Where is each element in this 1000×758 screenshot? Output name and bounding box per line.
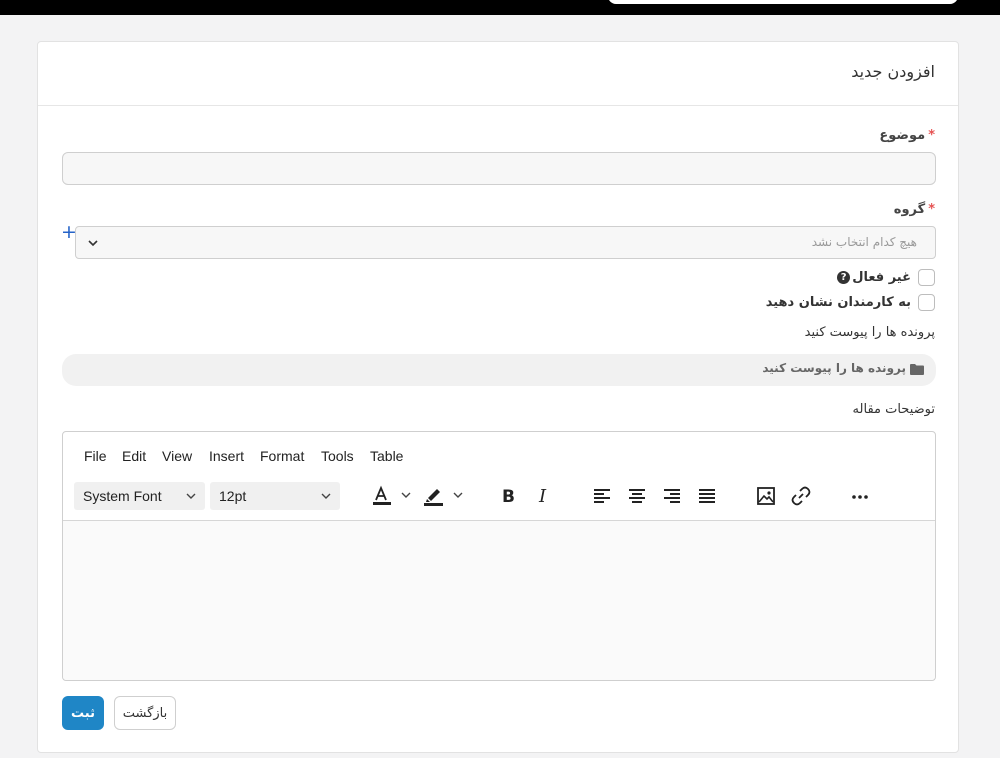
attach-files-button[interactable]: پرونده ها را پیوست کنید — [62, 354, 936, 386]
menu-file[interactable]: File — [84, 448, 107, 464]
chevron-down-icon — [186, 493, 196, 499]
align-left-icon — [594, 489, 610, 503]
help-icon[interactable]: ? — [837, 271, 851, 284]
font-family-select[interactable]: System Font — [74, 482, 205, 510]
back-button[interactable]: بازگشت — [114, 696, 176, 730]
align-right-button[interactable] — [658, 484, 686, 508]
chevron-down-icon — [88, 240, 98, 247]
bold-icon: B — [502, 487, 515, 507]
align-left-button[interactable] — [588, 484, 616, 508]
align-justify-button[interactable] — [693, 484, 721, 508]
navbar-search-box[interactable] — [608, 0, 958, 4]
inactive-checkbox[interactable] — [918, 269, 935, 286]
italic-button[interactable]: I — [529, 484, 557, 508]
folder-icon — [910, 363, 924, 375]
image-icon — [757, 487, 775, 505]
menu-table[interactable]: Table — [370, 448, 403, 464]
add-new-card: افزودن جدید *موضوع *گروه + هیچ کدام انتخ… — [37, 41, 959, 753]
align-center-button[interactable] — [623, 484, 651, 508]
editor-toolbar: System Font 12pt B I — [63, 476, 935, 520]
highlighter-icon — [424, 489, 463, 506]
align-justify-icon — [699, 489, 715, 503]
attach-files-text: پرونده ها را پیوست کنید — [762, 361, 906, 375]
card-header: افزودن جدید — [38, 42, 958, 106]
page-title: افزودن جدید — [851, 62, 935, 81]
svg-text:I: I — [538, 486, 547, 507]
required-mark: * — [928, 202, 935, 217]
menu-edit[interactable]: Edit — [122, 448, 146, 464]
submit-button[interactable]: ثبت — [62, 696, 104, 730]
insert-image-button[interactable] — [752, 484, 780, 508]
menu-format[interactable]: Format — [260, 448, 304, 464]
subject-input[interactable] — [62, 152, 936, 185]
required-mark: * — [928, 128, 935, 143]
insert-link-button[interactable] — [787, 484, 815, 508]
menu-tools[interactable]: Tools — [321, 448, 354, 464]
bold-button[interactable]: B — [494, 484, 522, 508]
attachments-label: پرونده ها را پیوست کنید — [804, 325, 935, 340]
text-color-button[interactable] — [368, 484, 418, 508]
svg-text:B: B — [502, 487, 515, 507]
align-center-icon — [629, 489, 645, 503]
editor-content-area[interactable] — [63, 520, 935, 680]
font-size-select[interactable]: 12pt — [210, 482, 340, 510]
editor-menubar: File Edit View Insert Format Tools Table — [63, 432, 935, 476]
inactive-label: غیر فعال? — [837, 270, 911, 285]
group-select[interactable]: هیچ کدام انتخاب نشد — [75, 226, 936, 259]
menu-insert[interactable]: Insert — [209, 448, 244, 464]
italic-icon: I — [538, 486, 547, 507]
menu-view[interactable]: View — [162, 448, 192, 464]
show-to-staff-checkbox[interactable] — [918, 294, 935, 311]
more-options-button[interactable] — [846, 484, 874, 508]
group-label: *گروه — [893, 202, 935, 217]
text-color-icon — [373, 485, 411, 505]
group-select-placeholder: هیچ کدام انتخاب نشد — [811, 235, 917, 249]
show-to-staff-label: به کارمندان نشان دهید — [765, 295, 911, 310]
link-icon — [791, 486, 811, 506]
subject-label: *موضوع — [879, 128, 935, 143]
rich-text-editor: File Edit View Insert Format Tools Table… — [62, 431, 936, 681]
chevron-down-icon — [321, 493, 331, 499]
top-navbar — [0, 0, 1000, 15]
description-label: توضیحات مقاله — [852, 402, 935, 417]
more-horizontal-icon — [852, 495, 868, 499]
align-right-icon — [664, 489, 680, 503]
highlight-color-button[interactable] — [420, 484, 470, 508]
